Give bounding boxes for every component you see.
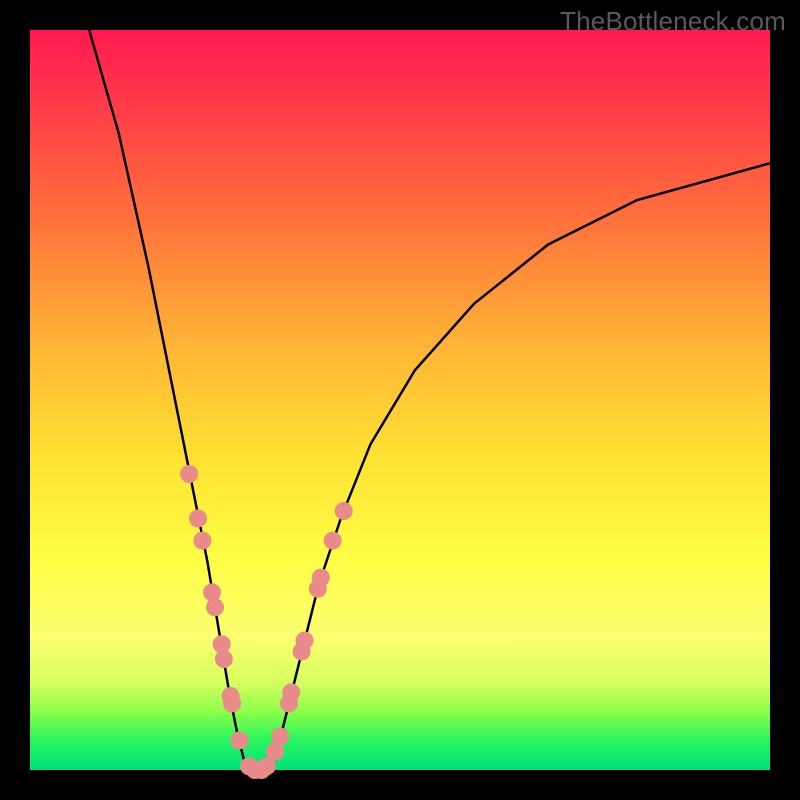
data-marker [206,598,224,616]
data-marker [271,728,289,746]
marker-group [180,465,353,779]
watermark-text: TheBottleneck.com [560,6,786,37]
data-marker [324,532,342,550]
data-marker [193,532,211,550]
chart-frame: TheBottleneck.com [0,0,800,800]
plot-area [30,30,770,770]
bottleneck-curve [89,30,770,770]
data-marker [189,509,207,527]
data-marker [296,632,314,650]
data-marker [335,502,353,520]
data-marker [223,694,241,712]
curve-svg [30,30,770,770]
data-marker [203,583,221,601]
data-marker [230,731,248,749]
data-marker [282,683,300,701]
data-marker [215,650,233,668]
data-marker [180,465,198,483]
data-marker [312,569,330,587]
